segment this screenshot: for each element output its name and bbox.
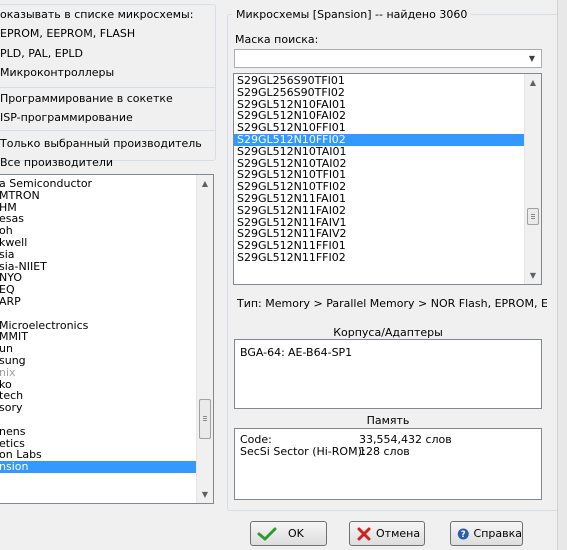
ok-button[interactable]: OK	[250, 521, 327, 546]
manufacturer-item[interactable]: MMIT	[0, 331, 196, 343]
cancel-button-label: Отмена	[376, 527, 421, 540]
manufacturer-item[interactable]: nens	[0, 425, 196, 438]
manufacturer-item[interactable]: un	[0, 343, 196, 355]
manufacturer-item[interactable]: nsion	[0, 461, 196, 473]
type-option-eprom[interactable]: EPROM, EEPROM, FLASH	[0, 27, 135, 41]
type-option-mcu[interactable]: Микроконтроллеры	[0, 66, 114, 80]
scroll-thumb[interactable]	[527, 208, 539, 225]
manufacturer-list[interactable]: a Semiconductor MTRON HM esas oh kwell sia sia-…	[0, 174, 214, 504]
scroll-down-icon[interactable]: ▼	[525, 267, 541, 284]
cancel-button[interactable]: Отмена	[349, 521, 425, 546]
type-option-pld[interactable]: PLD, PAL, EPLD	[0, 47, 83, 61]
show-in-list-title: оказывать в списке микросхемы:	[0, 8, 194, 21]
svg-text:?: ?	[461, 530, 466, 540]
mfr-option-all[interactable]: Все производители	[0, 156, 113, 170]
memory-box: Code: 33,554,432 слов SecSi Sector (Hi-R…	[234, 428, 542, 500]
manufacturer-item[interactable]: nix	[0, 366, 196, 379]
manufacturer-item[interactable]: Microelectronics	[0, 319, 196, 332]
manufacturer-scrollbar[interactable]: ▲ ▼	[196, 175, 213, 503]
scroll-up-icon[interactable]: ▲	[197, 175, 213, 192]
manufacturer-item[interactable]: on Labs	[0, 449, 196, 461]
manufacturer-item[interactable]	[0, 414, 196, 426]
scroll-thumb[interactable]	[199, 399, 211, 439]
manufacturer-item[interactable]: ARP	[0, 296, 196, 308]
chip-scrollbar[interactable]: ▲ ▼	[524, 74, 541, 284]
search-mask-label: Маска поиска:	[235, 33, 319, 46]
mfr-option-selected-only[interactable]: Только выбранный производитель	[0, 137, 202, 151]
memory-row-value: 128 слов	[359, 445, 410, 458]
close-icon	[357, 527, 371, 540]
manufacturer-item[interactable]: kwell	[0, 237, 196, 249]
help-button[interactable]: ? Справка	[450, 521, 523, 546]
manufacturer-item[interactable]: HM	[0, 201, 196, 214]
window-edge	[557, 0, 567, 550]
manufacturer-item[interactable]: NYO	[0, 272, 196, 284]
chip-type-path: Тип: Memory > Parallel Memory > NOR Flas…	[237, 297, 547, 310]
scroll-up-icon[interactable]: ▲	[525, 74, 541, 91]
scroll-down-icon[interactable]: ▼	[197, 486, 213, 503]
help-button-label: Справка	[473, 527, 522, 540]
manufacturer-item[interactable]: tech	[0, 390, 196, 402]
help-icon: ?	[457, 528, 469, 540]
memory-title: Память	[366, 414, 410, 427]
package-name: BGA-64:	[240, 346, 285, 359]
manufacturer-item[interactable]: esas	[0, 213, 196, 225]
checkmark-icon	[257, 527, 277, 540]
memory-row-name: SecSi Sector (Hi-ROM):	[240, 445, 366, 458]
packages-box[interactable]: BGA-64: AE-B64-SP1	[234, 339, 542, 409]
ok-button-label: OK	[288, 527, 304, 540]
manufacturer-item[interactable]: MTRON	[0, 189, 196, 202]
packages-title: Корпуса/Адаптеры	[333, 326, 443, 339]
manufacturer-item[interactable]: sia-NIIET	[0, 260, 196, 273]
chip-item[interactable]: S29GL512N11FFI02	[234, 252, 524, 264]
manufacturer-item[interactable]	[0, 308, 196, 320]
chip-item[interactable]: S29GL512N10FFI02	[234, 134, 524, 146]
prog-option-isp[interactable]: ISP-программирование	[0, 111, 133, 125]
search-mask-combo[interactable]: ▼	[234, 49, 542, 68]
manufacturer-rows: a Semiconductor MTRON HM esas oh kwell sia sia-…	[0, 178, 196, 473]
chip-item[interactable]: S29GL512N10TAI01	[234, 145, 524, 158]
chip-item[interactable]: S29GL512N11FAI02	[234, 204, 524, 217]
chip-item[interactable]: S29GL512N11FAI01	[234, 193, 524, 205]
chips-group-title: Микросхемы [Spansion] -- найдено 3060	[232, 8, 472, 21]
divider	[0, 87, 216, 88]
chip-item[interactable]: S29GL256S90TFI02	[234, 86, 524, 99]
manufacturer-item[interactable]: sung	[0, 355, 196, 367]
chevron-down-icon[interactable]: ▼	[525, 52, 539, 65]
chip-rows: S29GL256S90TFI01 S29GL256S90TFI02 S29GL512…	[234, 75, 524, 264]
manufacturer-item[interactable]: ko	[0, 378, 196, 391]
prog-option-socket[interactable]: Программирование в сокетке	[0, 92, 173, 106]
manufacturer-item[interactable]: sory	[0, 402, 196, 414]
package-adapter: AE-B64-SP1	[288, 346, 353, 359]
chip-list[interactable]: S29GL256S90TFI01 S29GL256S90TFI02 S29GL512…	[233, 73, 542, 285]
manufacturer-item[interactable]: sia	[0, 248, 196, 261]
manufacturer-item[interactable]: EQ	[0, 284, 196, 296]
divider	[0, 130, 216, 131]
manufacturer-item[interactable]: oh	[0, 225, 196, 237]
